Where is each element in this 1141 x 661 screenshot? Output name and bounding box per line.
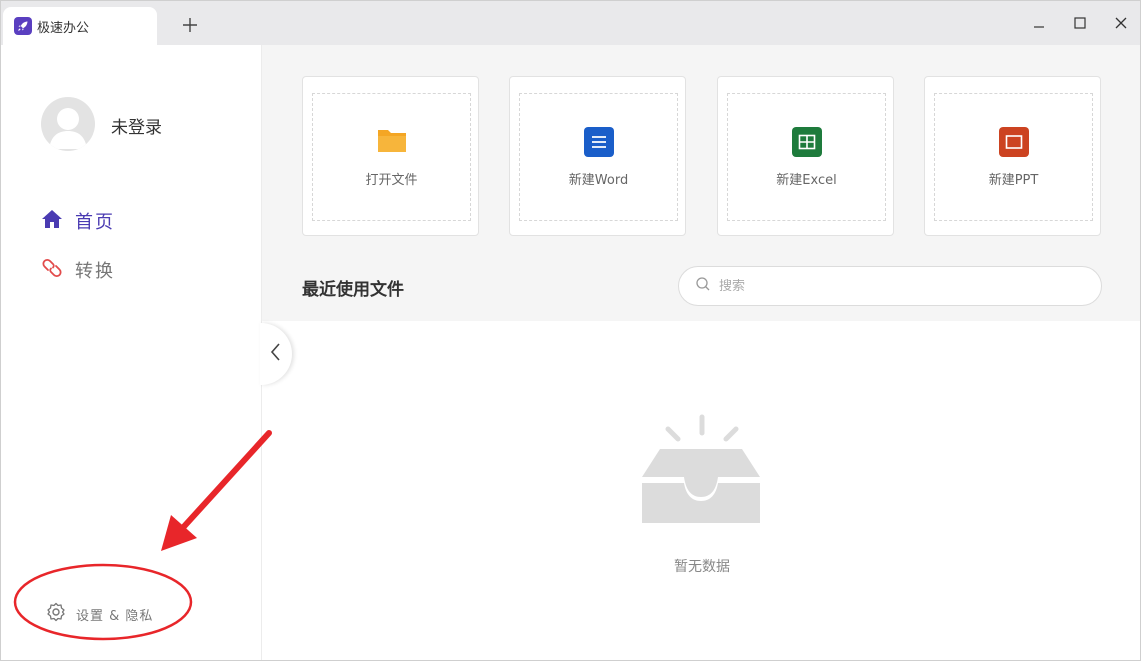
excel-icon bbox=[791, 126, 822, 157]
app-title: 极速办公 bbox=[37, 20, 90, 36]
new-ppt-card[interactable]: 新建PPT bbox=[924, 76, 1101, 236]
recent-files-title: 最近使用文件 bbox=[302, 280, 404, 300]
home-icon bbox=[41, 208, 63, 234]
open-file-card[interactable]: 打开文件 bbox=[302, 76, 479, 236]
sidebar-item-label: 转换 bbox=[75, 261, 115, 282]
folder-icon bbox=[377, 127, 407, 157]
card-label: 新建Word bbox=[568, 172, 629, 188]
card-label: 新建PPT bbox=[988, 172, 1039, 188]
sidebar-item-convert[interactable]: 转换 bbox=[41, 256, 115, 284]
card-inner: 新建PPT bbox=[934, 93, 1093, 221]
card-inner: 新建Word bbox=[519, 93, 678, 221]
search-icon bbox=[695, 276, 711, 296]
app-tab[interactable]: 极速办公 bbox=[3, 7, 157, 45]
plus-icon[interactable] bbox=[179, 14, 201, 36]
minimize-icon[interactable] bbox=[1029, 13, 1049, 33]
card-inner: 打开文件 bbox=[312, 93, 471, 221]
new-excel-card[interactable]: 新建Excel bbox=[717, 76, 894, 236]
card-label: 打开文件 bbox=[365, 172, 418, 188]
title-bar: 极速办公 bbox=[1, 1, 1140, 45]
word-icon bbox=[583, 126, 614, 157]
sidebar: 未登录 首页 转换 设置 & 隐私 bbox=[1, 45, 262, 660]
avatar[interactable] bbox=[41, 97, 95, 151]
sidebar-item-home[interactable]: 首页 bbox=[41, 207, 115, 235]
user-name[interactable]: 未登录 bbox=[111, 113, 162, 138]
empty-inbox-icon bbox=[638, 411, 764, 533]
rocket-icon bbox=[14, 17, 32, 35]
recent-files-list: 暂无数据 bbox=[262, 321, 1140, 660]
empty-state-text: 暂无数据 bbox=[674, 559, 730, 575]
card-inner: 新建Excel bbox=[727, 93, 886, 221]
settings-privacy-button[interactable]: 设置 & 隐私 bbox=[46, 602, 153, 626]
close-icon[interactable] bbox=[1111, 13, 1131, 33]
search-box[interactable] bbox=[678, 266, 1102, 306]
new-word-card[interactable]: 新建Word bbox=[509, 76, 686, 236]
maximize-icon[interactable] bbox=[1070, 13, 1090, 33]
chevron-left-icon bbox=[269, 342, 283, 366]
ppt-icon bbox=[998, 126, 1029, 157]
card-label: 新建Excel bbox=[776, 172, 837, 188]
search-input[interactable] bbox=[719, 278, 1079, 294]
settings-label: 设置 & 隐私 bbox=[76, 608, 154, 624]
gear-icon bbox=[46, 602, 66, 626]
user-icon bbox=[49, 108, 87, 149]
sidebar-item-label: 首页 bbox=[75, 212, 115, 233]
app-window: 极速办公 未登录 首页 转换 设置 & 隐私 打开文件 新建Word 新建Exc… bbox=[0, 0, 1141, 661]
convert-icon bbox=[41, 257, 63, 283]
